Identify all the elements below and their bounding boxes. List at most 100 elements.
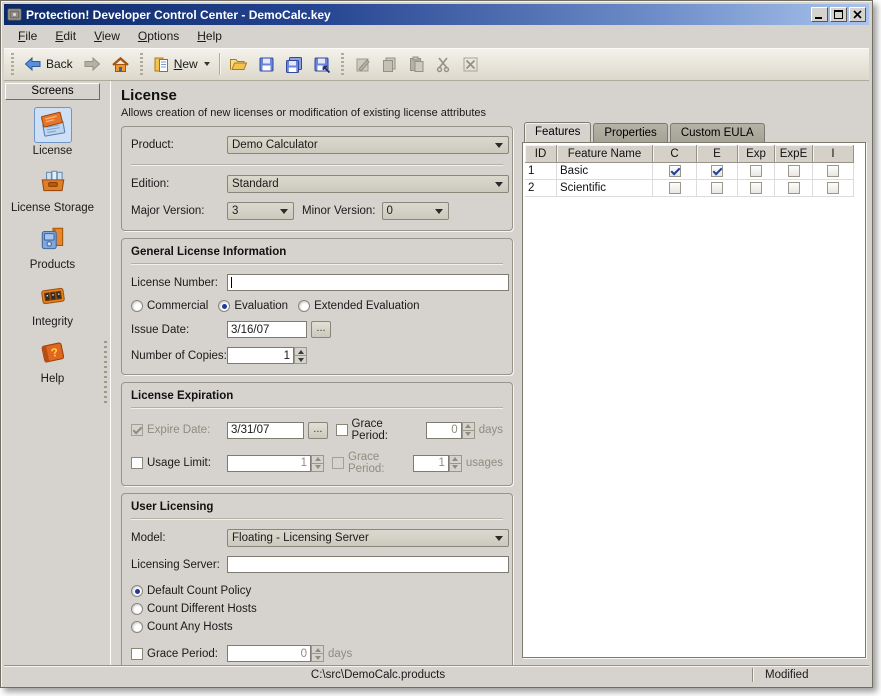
forward-button[interactable] xyxy=(78,53,106,75)
cut-button[interactable] xyxy=(430,53,457,76)
user-grace-checkbox[interactable] xyxy=(131,648,143,660)
edition-combo[interactable]: Standard xyxy=(227,175,509,193)
toolbar: Back New xyxy=(4,48,869,81)
edit-button[interactable] xyxy=(349,53,376,76)
copies-spinner[interactable]: 1 xyxy=(227,347,307,364)
expiration-grace-days-checkbox[interactable] xyxy=(336,424,348,436)
new-button[interactable]: New xyxy=(148,53,215,76)
column-header-i[interactable]: I xyxy=(813,145,854,163)
tab-features[interactable]: Features xyxy=(524,122,591,142)
table-row[interactable]: 2 Scientific xyxy=(525,180,863,197)
copy-button[interactable] xyxy=(376,53,403,76)
spin-down-button[interactable] xyxy=(449,464,462,472)
close-button[interactable] xyxy=(849,7,866,22)
licensing-server-input[interactable] xyxy=(227,556,509,573)
save-all-button[interactable] xyxy=(280,53,308,76)
expire-date-checkbox[interactable] xyxy=(131,424,143,436)
tab-custom-eula[interactable]: Custom EULA xyxy=(670,123,765,142)
tab-properties[interactable]: Properties xyxy=(593,123,667,142)
feature-e-checkbox[interactable] xyxy=(711,165,723,177)
feature-expe-checkbox[interactable] xyxy=(788,165,800,177)
commercial-radio[interactable] xyxy=(131,300,143,312)
save-as-button[interactable] xyxy=(308,53,336,76)
spin-down-button[interactable] xyxy=(311,654,324,662)
feature-c-checkbox[interactable] xyxy=(669,182,681,194)
expiration-grace-days-spinner[interactable]: 0 xyxy=(426,422,475,439)
maximize-button[interactable] xyxy=(830,7,847,22)
column-header-exp[interactable]: Exp xyxy=(738,145,775,163)
sidebar-item-products[interactable]: Products xyxy=(4,221,101,271)
expire-date-browse-button[interactable]: ... xyxy=(308,422,327,439)
sidebar-item-integrity[interactable]: Integrity xyxy=(4,278,101,328)
delete-button[interactable] xyxy=(457,53,484,76)
product-combo[interactable]: Demo Calculator xyxy=(227,136,509,154)
menu-help[interactable]: Help xyxy=(189,26,232,47)
sidebar-splitter[interactable] xyxy=(101,81,110,665)
minor-version-combo[interactable]: 0 xyxy=(382,202,449,220)
count-different-hosts-radio[interactable] xyxy=(131,603,143,615)
menu-view[interactable]: View xyxy=(86,26,130,47)
menu-file[interactable]: File xyxy=(10,26,47,47)
feature-exp-checkbox[interactable] xyxy=(750,182,762,194)
up-arrow-icon xyxy=(298,350,304,354)
feature-e-checkbox[interactable] xyxy=(711,182,723,194)
spin-up-button[interactable] xyxy=(449,455,462,464)
feature-expe-checkbox[interactable] xyxy=(788,182,800,194)
default-count-policy-radio[interactable] xyxy=(131,585,143,597)
sidebar-item-license[interactable]: License xyxy=(4,107,101,157)
feature-c-checkbox[interactable] xyxy=(669,165,681,177)
feature-exp-checkbox[interactable] xyxy=(750,165,762,177)
sidebar-item-license-storage[interactable]: License Storage xyxy=(4,164,101,214)
back-button[interactable]: Back xyxy=(19,53,78,75)
column-header-expe[interactable]: ExpE xyxy=(775,145,813,163)
home-button[interactable] xyxy=(106,53,135,76)
issue-date-browse-button[interactable]: ... xyxy=(311,321,331,338)
spin-down-button[interactable] xyxy=(294,356,307,364)
extended-evaluation-radio[interactable] xyxy=(298,300,310,312)
spin-up-button[interactable] xyxy=(311,455,324,464)
new-dropdown-arrow-icon xyxy=(204,62,210,66)
usage-grace-checkbox[interactable] xyxy=(332,457,344,469)
issue-date-input[interactable]: 3/16/07 xyxy=(227,321,307,338)
feature-i-checkbox[interactable] xyxy=(827,165,839,177)
license-number-input[interactable] xyxy=(227,274,509,291)
user-grace-spinner[interactable]: 0 xyxy=(227,645,324,662)
paste-button[interactable] xyxy=(403,53,430,76)
edition-label: Edition: xyxy=(131,178,227,190)
count-any-hosts-label: Count Any Hosts xyxy=(147,621,233,633)
column-header-feature-name[interactable]: Feature Name xyxy=(557,145,653,163)
column-header-e[interactable]: E xyxy=(697,145,738,163)
column-header-c[interactable]: C xyxy=(653,145,697,163)
major-version-combo[interactable]: 3 xyxy=(227,202,294,220)
usage-limit-checkbox[interactable] xyxy=(131,457,143,469)
features-pane: Features Properties Custom EULA ID Featu… xyxy=(522,122,866,658)
spin-down-button[interactable] xyxy=(462,431,475,439)
usage-limit-spinner[interactable]: 1 xyxy=(227,455,324,472)
evaluation-radio[interactable] xyxy=(218,300,230,312)
minimize-button[interactable] xyxy=(811,7,828,22)
column-header-id[interactable]: ID xyxy=(525,145,557,163)
screens-header-button[interactable]: Screens xyxy=(5,83,100,100)
close-icon xyxy=(853,10,862,19)
cell-id: 2 xyxy=(525,180,557,197)
spin-up-button[interactable] xyxy=(311,645,324,654)
open-button[interactable] xyxy=(224,53,253,75)
grace-period-label: Grace Period: xyxy=(352,418,420,442)
model-label: Model: xyxy=(131,532,227,544)
table-row[interactable]: 1 Basic xyxy=(525,163,863,180)
menu-options[interactable]: Options xyxy=(130,26,189,47)
menu-edit[interactable]: Edit xyxy=(47,26,86,47)
license-storage-icon xyxy=(34,164,72,200)
sidebar-item-help[interactable]: ? Help xyxy=(4,335,101,385)
usages-unit-label: usages xyxy=(466,457,503,469)
count-any-hosts-radio[interactable] xyxy=(131,621,143,633)
feature-i-checkbox[interactable] xyxy=(827,182,839,194)
spin-up-button[interactable] xyxy=(462,422,475,431)
save-button[interactable] xyxy=(253,53,280,76)
up-arrow-icon xyxy=(452,457,458,461)
spin-down-button[interactable] xyxy=(311,464,324,472)
usage-grace-spinner[interactable]: 1 xyxy=(413,455,462,472)
expire-date-input[interactable]: 3/31/07 xyxy=(227,422,304,439)
spin-up-button[interactable] xyxy=(294,347,307,356)
model-combo[interactable]: Floating - Licensing Server xyxy=(227,529,509,547)
